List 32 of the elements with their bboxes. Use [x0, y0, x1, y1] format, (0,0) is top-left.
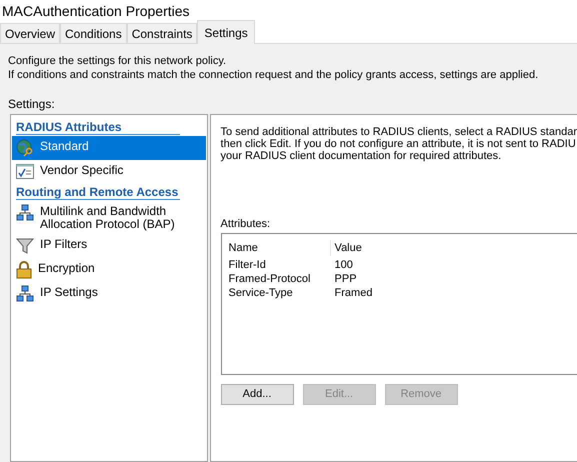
- checklist-icon: [16, 163, 34, 179]
- table-cell-text: Framed-Protocol: [228, 272, 312, 287]
- table-cell-text: 100: [334, 258, 353, 273]
- network-icon: [16, 285, 34, 303]
- action-button[interactable]: Add...: [220, 384, 294, 405]
- tab[interactable]: Constraints: [126, 23, 198, 43]
- window-title: MACAuthentication Properties: [2, 3, 190, 20]
- settings-item[interactable]: IP Settings: [12, 282, 206, 306]
- table-cell-text: Service-Type: [228, 286, 294, 301]
- section-header: Routing and Remote Access: [16, 185, 180, 200]
- tab[interactable]: Conditions: [60, 23, 127, 43]
- settings-label: Settings:: [8, 97, 56, 111]
- settings-item[interactable]: IP Filters: [12, 234, 206, 258]
- settings-item[interactable]: Standard: [12, 136, 206, 160]
- table-cell-text: Framed: [334, 286, 372, 301]
- funnel-icon: [16, 237, 34, 255]
- settings-item[interactable]: Multilink and Bandwidth Allocation Protocol (BAP): [12, 201, 206, 234]
- settings-item[interactable]: Vendor Specific: [12, 160, 206, 184]
- column-header[interactable]: Name: [228, 240, 331, 256]
- globe-key-icon: [16, 139, 34, 157]
- tab[interactable]: Overview: [0, 23, 60, 43]
- table-cell-text: Filter-Id: [228, 258, 267, 273]
- attributes-label: Attributes:: [220, 217, 272, 231]
- intro-text: Configure the settings for this network policy. If conditions and constraints match the connection request and the policy grants access, settings are applied.: [8, 54, 540, 82]
- table-cell-text: PPP: [334, 272, 357, 287]
- description-text: To send additional attributes to RADIUS clients, select a RADIUS standar then click Edit. If you do not configure an attribute, it is not sent to RADIU your RADIUS client documentation for required attributes.: [220, 126, 577, 162]
- settings-item[interactable]: Encryption: [12, 258, 206, 282]
- network-icon: [16, 204, 34, 222]
- column-header[interactable]: Value: [330, 240, 362, 256]
- tab[interactable]: Settings: [197, 20, 255, 44]
- section-header: RADIUS Attributes: [16, 120, 180, 135]
- lock-icon: [16, 261, 32, 279]
